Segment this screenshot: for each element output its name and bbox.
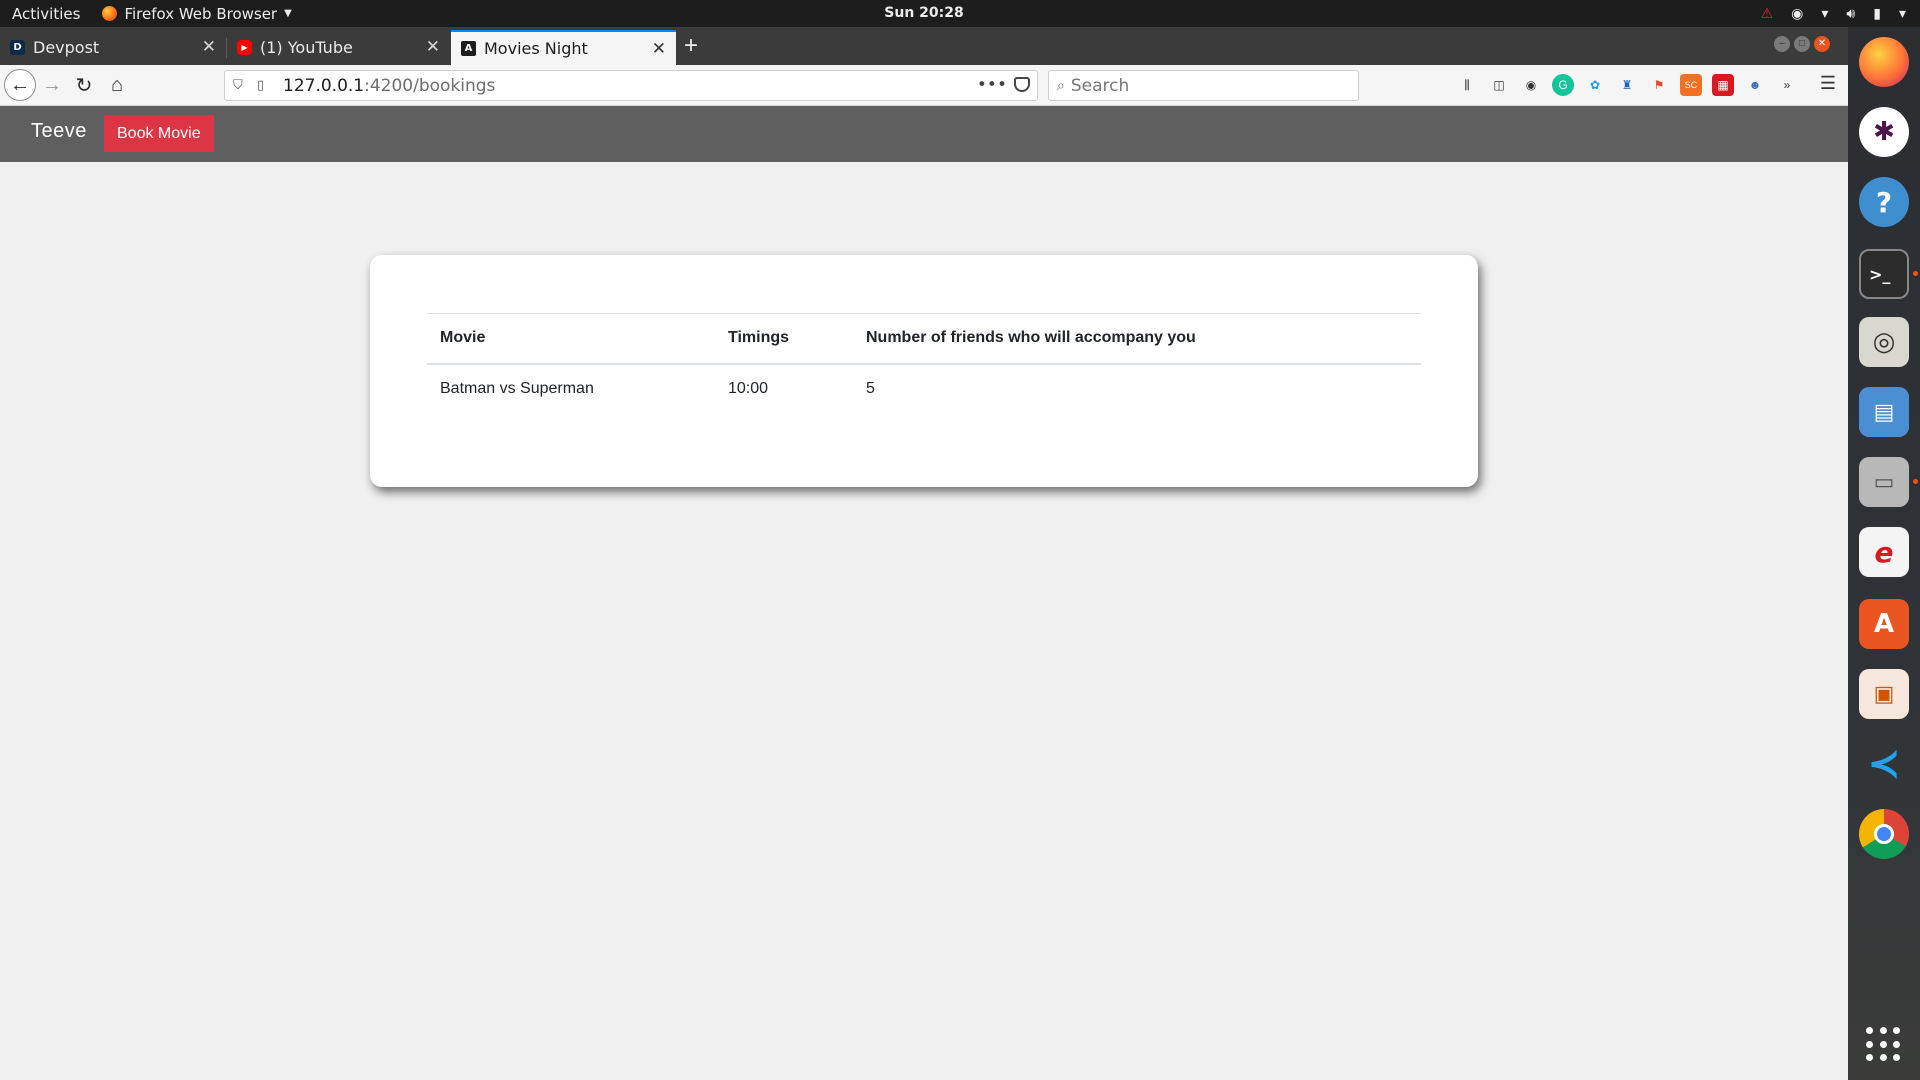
wifi-icon[interactable]: ▾ [1821, 6, 1828, 22]
tab-title: Movies Night [484, 39, 588, 58]
clock[interactable]: Sun 20:28 [0, 0, 1848, 27]
tab-movies-night[interactable]: A Movies Night ✕ [451, 30, 676, 65]
url-path: :4200/bookings [364, 75, 496, 96]
tab-title: (1) YouTube [260, 38, 353, 57]
brand-logo[interactable]: Teeve [31, 120, 87, 143]
overflow-menu-icon[interactable]: » [1776, 74, 1798, 96]
book-movie-button[interactable]: Book Movie [104, 115, 214, 152]
grammarly-icon[interactable]: G [1552, 74, 1574, 96]
search-icon: ⌕ [1057, 77, 1065, 94]
friends-count-cell: 5 [866, 380, 875, 397]
forward-button[interactable]: → [36, 69, 68, 101]
file-manager-icon[interactable]: ▭ [1859, 457, 1909, 507]
tab-devpost[interactable]: D Devpost ✕ [0, 30, 226, 65]
home-button[interactable]: ⌂ [101, 69, 133, 101]
extensions-toolbar: ⫼ ◫ ◉ G ✿ ♜ ⚑ SC ▦ ☻ » [1456, 74, 1798, 96]
running-indicator [1913, 271, 1918, 276]
pocket-icon[interactable] [1014, 77, 1030, 92]
table-row: Batman vs Superman 10:00 5 [427, 364, 1421, 414]
impress-icon[interactable]: ▣ [1859, 669, 1909, 719]
sc-extension-icon[interactable]: SC [1680, 74, 1702, 96]
software-center-icon[interactable]: A [1859, 599, 1909, 649]
image-viewer-icon[interactable]: ▤ [1859, 387, 1909, 437]
tracking-protection-shield-icon[interactable]: ⛉ [233, 78, 249, 93]
timing-cell: 10:00 [728, 380, 769, 397]
page-info-icon[interactable]: ▯ [257, 78, 273, 93]
slack-icon[interactable]: ✱ [1859, 107, 1909, 157]
ubuntu-dock: ✱ ? >_ ◎ ▤ ▭ e A ▣ ≺ [1848, 27, 1920, 1080]
terminal-icon[interactable]: >_ [1859, 249, 1909, 299]
system-menu-chevron-icon[interactable]: ▾ [1899, 6, 1906, 22]
close-tab-icon[interactable]: ✕ [202, 37, 216, 57]
help-icon[interactable]: ? [1859, 177, 1909, 227]
show-applications-icon[interactable] [1866, 1027, 1902, 1063]
firefox-icon[interactable] [1859, 37, 1909, 87]
volume-icon[interactable]: 🔊︎ [1846, 6, 1855, 22]
bookings-table: Movie Timings Number of friends who will… [427, 313, 1421, 414]
minimize-icon[interactable]: – [1774, 36, 1790, 52]
maximize-icon[interactable]: □ [1794, 36, 1810, 52]
navigation-toolbar: ← → ↻ ⌂ ⛉ ▯ 127.0.0.1 :4200/bookings •••… [0, 65, 1848, 106]
chrome-center-icon [1874, 824, 1894, 844]
account-icon[interactable]: ◉ [1520, 74, 1542, 96]
close-tab-icon[interactable]: ✕ [426, 37, 440, 57]
devpost-favicon-icon: D [10, 40, 25, 55]
gnome-top-bar: Activities Firefox Web Browser ▼ Sun 20:… [0, 0, 1920, 27]
page-actions-icon[interactable]: ••• [977, 75, 1007, 95]
evolution-icon[interactable]: e [1859, 527, 1909, 577]
back-button[interactable]: ← [4, 69, 36, 101]
sidebar-icon[interactable]: ◫ [1488, 74, 1510, 96]
face-extension-icon[interactable]: ☻ [1744, 74, 1766, 96]
battery-icon[interactable]: ▮ [1873, 6, 1881, 22]
rhythmbox-icon[interactable]: ◎ [1859, 317, 1909, 367]
table-header-row: Movie Timings Number of friends who will… [427, 313, 1421, 365]
column-header-friends: Number of friends who will accompany you [853, 313, 1421, 365]
search-placeholder: Search [1070, 75, 1130, 96]
tab-youtube[interactable]: ▶ (1) YouTube ✕ [227, 30, 450, 65]
library-icon[interactable]: ⫼ [1456, 74, 1478, 96]
angular-favicon-icon: A [461, 41, 476, 56]
vscode-icon[interactable]: ≺ [1859, 739, 1909, 789]
column-header-timings: Timings [715, 313, 853, 365]
extension-badge-icon[interactable]: ✿ [1584, 74, 1606, 96]
close-window-icon[interactable]: ✕ [1814, 36, 1830, 52]
open-menu-icon[interactable]: ☰ [1820, 73, 1836, 94]
app-navbar: Teeve Book Movie [0, 106, 1848, 162]
close-tab-icon[interactable]: ✕ [652, 39, 666, 59]
youtube-favicon-icon: ▶ [237, 40, 252, 55]
tab-title: Devpost [33, 38, 100, 57]
reload-button[interactable]: ↻ [68, 69, 100, 101]
new-tab-icon[interactable]: + [684, 31, 698, 61]
column-header-movie: Movie [427, 313, 715, 365]
search-input[interactable]: ⌕ Search [1048, 70, 1359, 101]
page-viewport: Teeve Book Movie Movie Timings Number of… [0, 106, 1848, 1080]
window-controls: – □ ✕ [1774, 36, 1830, 52]
url-bar[interactable]: ⛉ ▯ 127.0.0.1 :4200/bookings ••• [224, 70, 1038, 101]
discord-tray-icon[interactable]: ◉ [1791, 6, 1803, 22]
bookings-card: Movie Timings Number of friends who will… [370, 255, 1478, 487]
flag-extension-icon[interactable]: ⚑ [1648, 74, 1670, 96]
tab-strip: D Devpost ✕ ▶ (1) YouTube ✕ A Movies Nig… [0, 27, 1848, 65]
running-indicator [1913, 479, 1918, 484]
warning-icon[interactable]: ⚠ [1761, 6, 1774, 22]
movie-cell: Batman vs Superman [440, 380, 594, 397]
extension-tool-icon[interactable]: ♜ [1616, 74, 1638, 96]
url-host: 127.0.0.1 [283, 75, 365, 96]
chrome-icon[interactable] [1859, 809, 1909, 859]
red-extension-icon[interactable]: ▦ [1712, 74, 1734, 96]
